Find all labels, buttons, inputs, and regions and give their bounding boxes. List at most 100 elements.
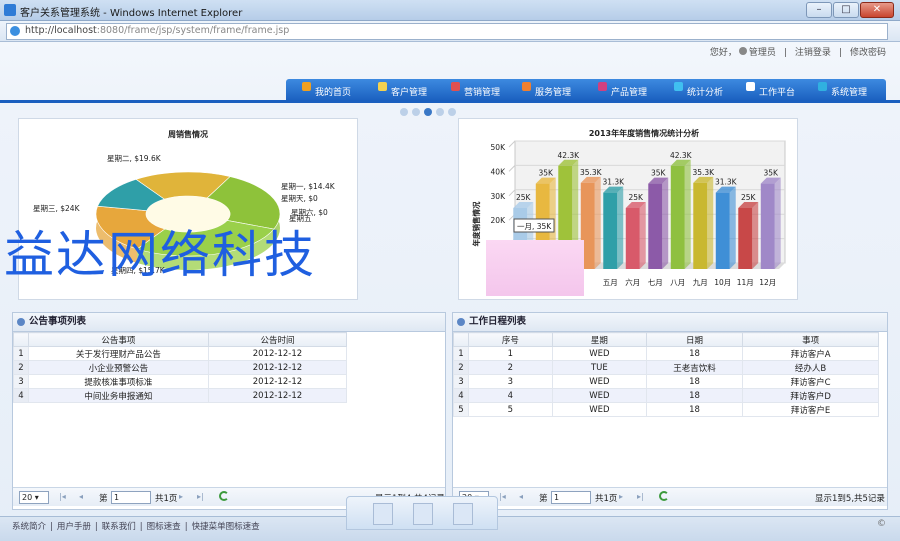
logout-link[interactable]: 注销登录 [795,48,831,58]
carousel-dot[interactable] [436,108,444,116]
table-cell: 关于发行理财产品公告 [27,346,209,361]
column-header[interactable]: 公告时间 [207,332,348,347]
total-pages: 共1页 [595,494,618,504]
carousel-dot[interactable] [400,108,408,116]
refresh-icon[interactable] [219,491,229,501]
table-row[interactable]: 4 中间业务申报通知 2012-12-12 [13,388,348,403]
minimize-button[interactable]: – [806,2,832,18]
nav-icon [451,82,460,91]
carousel-dot[interactable] [448,108,456,116]
url-path: :8080/frame/jsp/system/frame/frame.jsp [96,25,290,36]
nav-item[interactable]: 服务管理 [522,79,571,101]
schedule-title: 工作日程列表 [469,316,527,327]
app-icon [4,4,16,16]
table-row[interactable]: 3 提款核准事项标准 2012-12-12 [13,374,348,389]
x-tick-label: 六月 [625,277,640,287]
column-header[interactable]: 公告事项 [27,332,209,347]
table-row[interactable]: 1 关于发行理财产品公告 2012-12-12 [13,346,348,361]
table-cell: 1 [467,346,553,361]
column-header[interactable]: 日期 [645,332,744,347]
nav-label: 统计分析 [687,88,724,98]
bar-side [729,186,736,269]
table-cell: 4 [467,388,553,403]
table-row[interactable]: 4 4 WED 18 拜访客户D [453,388,879,403]
carousel-dot-active[interactable] [424,108,432,116]
table-cell: 拜访客户A [742,346,879,361]
table-row[interactable]: 5 5 WED 18 拜访客户E [453,402,879,417]
page-label: 第 [539,494,548,504]
nav-item[interactable]: 营销管理 [451,79,500,101]
nav-icon [674,82,683,91]
nav-item[interactable]: 产品管理 [598,79,647,101]
first-page-button[interactable]: |◂ [59,492,67,501]
table-row[interactable]: 1 1 WED 18 拜访客户A [453,346,879,361]
table-cell: WED [551,402,647,417]
nav-item[interactable]: 客户管理 [378,79,427,101]
last-page-button[interactable]: ▸| [637,492,645,501]
refresh-icon[interactable] [659,491,669,501]
notice-title: 公告事项列表 [29,316,87,327]
footer-link[interactable]: 用户手册 [57,522,91,532]
y-tick-label: 40K [491,167,507,176]
table-cell: 2012-12-12 [207,346,348,361]
bar-data-label: 25K [629,193,645,202]
close-button[interactable]: ✕ [860,2,894,18]
column-header[interactable]: 事项 [742,332,879,347]
nav-label: 工作平台 [759,88,796,98]
dock-icon[interactable] [373,503,393,525]
carousel-dots [400,108,460,118]
nav-label: 客户管理 [391,88,428,98]
prev-page-button[interactable]: ◂ [79,492,87,501]
bar-data-label: 25K [741,193,757,202]
change-password-link[interactable]: 修改密码 [850,48,886,58]
next-page-button[interactable]: ▸ [179,492,187,501]
footer-link[interactable]: 联系我们 [102,522,136,532]
prev-page-button[interactable]: ◂ [519,492,527,501]
first-page-button[interactable]: |◂ [499,492,507,501]
nav-item[interactable]: 工作平台 [746,79,795,101]
last-page-button[interactable]: ▸| [197,492,205,501]
table-row[interactable]: 2 2 TUE 王老吉饮料 经办人B [453,360,879,375]
bar [648,183,663,269]
bar-data-label: 35.3K [580,168,603,177]
table-row[interactable]: 3 3 WED 18 拜访客户C [453,374,879,389]
page-size-select[interactable]: 20 ▾ [19,491,49,504]
bar-data-label: 42.3K [557,151,580,160]
table-cell: 2012-12-12 [207,374,348,389]
bar-data-label: 35K [651,169,667,178]
page-number-input[interactable]: 1 [551,491,591,504]
table-cell: 拜访客户C [742,374,879,389]
nav-item[interactable]: 统计分析 [674,79,723,101]
row-number: 1 [13,346,29,361]
user-icon [738,47,747,55]
pie-label: 星期三, $24K [33,204,81,213]
footer-links: 系统简介 | 用户手册 | 联系我们 | 图标速查 | 快捷菜单图标速查 [12,522,260,532]
quick-dock [346,496,498,530]
bar-title: 2013年年度销售情况统计分析 [589,128,699,138]
nav-item[interactable]: 系统管理 [818,79,867,101]
address-input[interactable]: http://localhost:8080/frame/jsp/system/f… [6,23,888,40]
next-page-button[interactable]: ▸ [619,492,627,501]
table-row[interactable]: 2 小企业预警公告 2012-12-12 [13,360,348,375]
page-number-input[interactable]: 1 [111,491,151,504]
footer-link[interactable]: 系统简介 [12,522,46,532]
dock-icon[interactable] [413,503,433,525]
column-header[interactable]: 序号 [467,332,553,347]
dock-icon[interactable] [453,503,473,525]
column-header[interactable]: 星期 [551,332,647,347]
bar-data-label: 42.3K [670,151,693,160]
schedule-pager: 20 ▾ |◂ ◂ 第 1 共1页 ▸ ▸| 显示1到5,共5记录 [453,487,887,506]
grid-line [508,189,516,197]
schedule-panel: 工作日程列表 序号 星期 日期 事项 1 1 WED 18 拜访客户A 2 2 TUE 王老吉饮… [452,312,888,510]
y-tick-label: 30K [491,192,507,201]
bar [603,192,618,269]
record-summary: 显示1到5,共5记录 [815,494,885,504]
schedule-table: 序号 星期 日期 事项 1 1 WED 18 拜访客户A 2 2 TUE 王老吉饮料 经办人B 3 3… [453,332,879,417]
nav-label: 产品管理 [611,88,648,98]
x-tick-label: 九月 [693,278,708,287]
footer-link[interactable]: 快捷菜单图标速查 [192,522,260,532]
nav-item[interactable]: 我的首页 [302,79,351,101]
footer-link[interactable]: 图标速查 [147,522,181,532]
carousel-dot[interactable] [412,108,420,116]
maximize-button[interactable]: □ [833,2,859,18]
